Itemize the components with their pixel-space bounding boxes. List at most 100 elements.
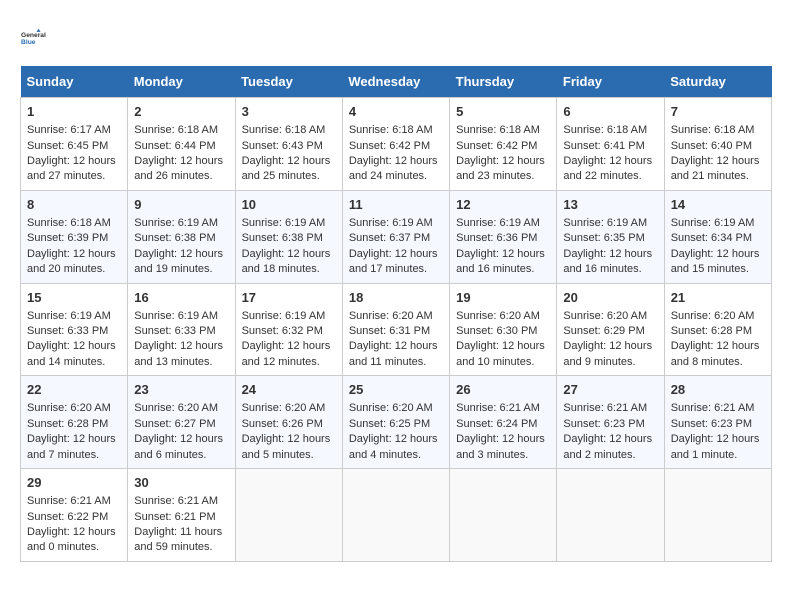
day-info: and 24 minutes. xyxy=(349,169,443,184)
day-number: 13 xyxy=(563,196,657,214)
day-info: and 10 minutes. xyxy=(456,355,550,370)
day-info: Sunrise: 6:20 AM xyxy=(671,309,765,324)
weekday-header-thursday: Thursday xyxy=(450,66,557,98)
day-info: Daylight: 12 hours xyxy=(27,339,121,354)
day-number: 29 xyxy=(27,474,121,492)
table-row: 21Sunrise: 6:20 AMSunset: 6:28 PMDayligh… xyxy=(664,283,771,376)
day-info: and 12 minutes. xyxy=(242,355,336,370)
day-info: Daylight: 12 hours xyxy=(671,247,765,262)
day-info: Sunset: 6:40 PM xyxy=(671,139,765,154)
table-row: 22Sunrise: 6:20 AMSunset: 6:28 PMDayligh… xyxy=(21,376,128,469)
day-info: Sunset: 6:42 PM xyxy=(349,139,443,154)
day-number: 16 xyxy=(134,289,228,307)
day-info: Sunset: 6:38 PM xyxy=(242,231,336,246)
day-number: 19 xyxy=(456,289,550,307)
header: General Blue xyxy=(20,20,772,56)
table-row: 2Sunrise: 6:18 AMSunset: 6:44 PMDaylight… xyxy=(128,98,235,191)
day-info: Sunrise: 6:19 AM xyxy=(671,216,765,231)
day-info: and 2 minutes. xyxy=(563,448,657,463)
day-info: Sunrise: 6:19 AM xyxy=(349,216,443,231)
day-info: Sunset: 6:44 PM xyxy=(134,139,228,154)
table-row: 15Sunrise: 6:19 AMSunset: 6:33 PMDayligh… xyxy=(21,283,128,376)
day-info: and 23 minutes. xyxy=(456,169,550,184)
day-info: Sunrise: 6:19 AM xyxy=(27,309,121,324)
day-info: Sunrise: 6:20 AM xyxy=(563,309,657,324)
day-info: Sunset: 6:42 PM xyxy=(456,139,550,154)
day-info: Daylight: 12 hours xyxy=(456,339,550,354)
day-info: and 16 minutes. xyxy=(456,262,550,277)
day-info: Sunset: 6:28 PM xyxy=(671,324,765,339)
day-number: 20 xyxy=(563,289,657,307)
day-info: and 13 minutes. xyxy=(134,355,228,370)
day-info: Daylight: 12 hours xyxy=(349,339,443,354)
table-row xyxy=(557,469,664,562)
table-row xyxy=(235,469,342,562)
table-row: 20Sunrise: 6:20 AMSunset: 6:29 PMDayligh… xyxy=(557,283,664,376)
table-row: 3Sunrise: 6:18 AMSunset: 6:43 PMDaylight… xyxy=(235,98,342,191)
day-info: Sunrise: 6:20 AM xyxy=(242,401,336,416)
day-number: 15 xyxy=(27,289,121,307)
day-number: 7 xyxy=(671,103,765,121)
day-info: and 14 minutes. xyxy=(27,355,121,370)
table-row: 19Sunrise: 6:20 AMSunset: 6:30 PMDayligh… xyxy=(450,283,557,376)
day-info: Sunset: 6:31 PM xyxy=(349,324,443,339)
table-row: 16Sunrise: 6:19 AMSunset: 6:33 PMDayligh… xyxy=(128,283,235,376)
day-info: Daylight: 12 hours xyxy=(349,154,443,169)
table-row: 26Sunrise: 6:21 AMSunset: 6:24 PMDayligh… xyxy=(450,376,557,469)
table-row: 27Sunrise: 6:21 AMSunset: 6:23 PMDayligh… xyxy=(557,376,664,469)
table-row: 6Sunrise: 6:18 AMSunset: 6:41 PMDaylight… xyxy=(557,98,664,191)
day-info: Sunset: 6:43 PM xyxy=(242,139,336,154)
day-info: Sunrise: 6:18 AM xyxy=(671,123,765,138)
day-number: 28 xyxy=(671,381,765,399)
day-info: Daylight: 12 hours xyxy=(242,432,336,447)
day-number: 25 xyxy=(349,381,443,399)
day-number: 18 xyxy=(349,289,443,307)
day-number: 2 xyxy=(134,103,228,121)
day-number: 9 xyxy=(134,196,228,214)
day-info: and 20 minutes. xyxy=(27,262,121,277)
day-info: and 1 minute. xyxy=(671,448,765,463)
day-info: Sunset: 6:45 PM xyxy=(27,139,121,154)
weekday-header-friday: Friday xyxy=(557,66,664,98)
day-info: Sunrise: 6:20 AM xyxy=(349,401,443,416)
weekday-header-sunday: Sunday xyxy=(21,66,128,98)
table-row: 23Sunrise: 6:20 AMSunset: 6:27 PMDayligh… xyxy=(128,376,235,469)
day-info: Daylight: 12 hours xyxy=(671,154,765,169)
table-row: 29Sunrise: 6:21 AMSunset: 6:22 PMDayligh… xyxy=(21,469,128,562)
day-number: 14 xyxy=(671,196,765,214)
day-number: 23 xyxy=(134,381,228,399)
day-info: Sunset: 6:29 PM xyxy=(563,324,657,339)
day-info: Sunset: 6:21 PM xyxy=(134,510,228,525)
day-info: Sunset: 6:37 PM xyxy=(349,231,443,246)
svg-text:Blue: Blue xyxy=(21,39,36,46)
day-number: 21 xyxy=(671,289,765,307)
day-number: 30 xyxy=(134,474,228,492)
day-info: Sunrise: 6:21 AM xyxy=(563,401,657,416)
day-info: and 4 minutes. xyxy=(349,448,443,463)
day-info: and 0 minutes. xyxy=(27,540,121,555)
day-info: Sunset: 6:36 PM xyxy=(456,231,550,246)
day-number: 1 xyxy=(27,103,121,121)
day-info: and 27 minutes. xyxy=(27,169,121,184)
week-row-2: 8Sunrise: 6:18 AMSunset: 6:39 PMDaylight… xyxy=(21,190,772,283)
day-info: Sunset: 6:24 PM xyxy=(456,417,550,432)
day-info: and 19 minutes. xyxy=(134,262,228,277)
table-row: 17Sunrise: 6:19 AMSunset: 6:32 PMDayligh… xyxy=(235,283,342,376)
weekday-header-saturday: Saturday xyxy=(664,66,771,98)
weekday-header-monday: Monday xyxy=(128,66,235,98)
table-row: 9Sunrise: 6:19 AMSunset: 6:38 PMDaylight… xyxy=(128,190,235,283)
day-info: Sunrise: 6:21 AM xyxy=(456,401,550,416)
day-info: Sunset: 6:34 PM xyxy=(671,231,765,246)
table-row: 25Sunrise: 6:20 AMSunset: 6:25 PMDayligh… xyxy=(342,376,449,469)
day-info: and 3 minutes. xyxy=(456,448,550,463)
table-row: 12Sunrise: 6:19 AMSunset: 6:36 PMDayligh… xyxy=(450,190,557,283)
day-info: Sunset: 6:30 PM xyxy=(456,324,550,339)
day-info: Daylight: 12 hours xyxy=(134,154,228,169)
table-row: 14 Sunrise: 6:19 AMSunset: 6:34 PMDayligh… xyxy=(664,190,771,283)
day-info: Daylight: 12 hours xyxy=(242,339,336,354)
table-row: 7 Sunrise: 6:18 AMSunset: 6:40 PMDaylight… xyxy=(664,98,771,191)
day-info: Daylight: 12 hours xyxy=(27,247,121,262)
day-info: Sunset: 6:25 PM xyxy=(349,417,443,432)
day-info: Daylight: 11 hours xyxy=(134,525,228,540)
day-info: Sunrise: 6:18 AM xyxy=(242,123,336,138)
